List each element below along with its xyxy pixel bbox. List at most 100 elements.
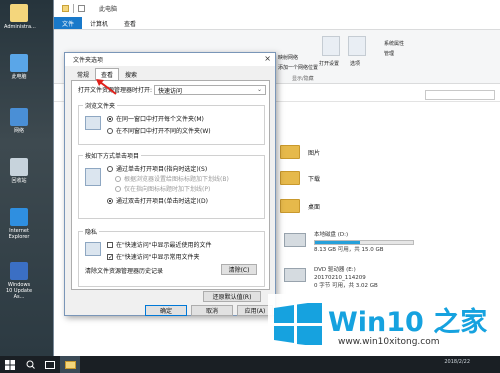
drive-icon[interactable] (284, 268, 306, 282)
app-icon (10, 54, 28, 72)
radio-button[interactable] (107, 197, 113, 204)
checkbox[interactable] (107, 241, 113, 248)
drive-name: DVD 驱动器 (E:) (314, 267, 356, 273)
folder-icon (280, 145, 300, 159)
ribbon-open-settings[interactable]: 打开设置 (319, 60, 339, 67)
click-group: 按如下方式单击项目 通过单击打开项目(指向时选定)(S) 根据浏览器设置给图标标… (78, 151, 265, 219)
drive-item[interactable]: 本地磁盘 (D:) 8.13 GB 可用，共 15.0 GB (314, 231, 414, 254)
windows-icon (5, 359, 15, 370)
radio-label: 根据浏览器设置给图标标题加下划线(B) (124, 176, 229, 183)
radio-underline-point[interactable]: 仅在指向图标标题时加下划线(P) (115, 184, 210, 193)
arrow-annotation (96, 79, 117, 95)
ribbon-manage[interactable]: 管理 (384, 50, 394, 57)
ribbon-map-drive[interactable]: 映射网络 (278, 54, 298, 61)
radio-same-window[interactable]: 在同一窗口中打开每个文件夹(M) (107, 114, 204, 123)
search-input[interactable] (425, 90, 495, 100)
browse-group-label: 浏览文件夹 (83, 101, 118, 110)
app-icon (10, 4, 28, 22)
properties-icon[interactable] (78, 5, 85, 12)
options-icon[interactable] (348, 36, 366, 56)
start-button[interactable] (0, 356, 20, 373)
desktop-icon[interactable]: Windows 10 Update As... (4, 262, 34, 300)
ribbon-options[interactable]: 选项 (350, 60, 360, 67)
folder-icon (280, 199, 300, 213)
check-recent-files[interactable]: 在"快速访问"中显示最近使用的文件 (107, 240, 212, 249)
ok-button[interactable]: 确定 (145, 305, 187, 316)
watermark: Win10 之家 www.win10xitong.com (268, 294, 500, 356)
drive-detail: 8.13 GB 可用，共 15.0 GB (314, 247, 384, 253)
ribbon-tabs: 文件 计算机 查看 (54, 17, 500, 30)
radio-button[interactable] (107, 127, 113, 134)
folder-label: 下载 (308, 175, 321, 183)
tab-search[interactable]: 搜索 (119, 69, 143, 80)
radio-button[interactable] (115, 185, 121, 192)
checkbox-label: 在"快速访问"中显示最近使用的文件 (116, 242, 212, 249)
ribbon-group-label: 显示/隐藏 (292, 76, 314, 82)
explorer-taskbar-icon[interactable] (60, 356, 80, 373)
drive-usage-fill (315, 241, 361, 244)
desktop-icon-label: Windows 10 Update As... (5, 282, 33, 300)
folder-item[interactable]: 桌面 (280, 199, 320, 213)
radio-label: 通过单击打开项目(指向时选定)(S) (116, 166, 208, 173)
desktop-icon[interactable]: Administra... (4, 4, 36, 30)
privacy-group-label: 隐私 (83, 227, 100, 236)
restore-defaults-button[interactable]: 还原默认值(R) (203, 291, 261, 302)
radio-double-click[interactable]: 通过双击打开项目(单击时选定)(D) (107, 196, 208, 205)
folder-item[interactable]: 图片 (280, 145, 320, 159)
radio-button[interactable] (107, 165, 113, 172)
settings-icon[interactable] (322, 36, 340, 56)
desktop-icon-label: Internet Explorer (8, 228, 30, 240)
dialog-title: 文件夹选项 (73, 57, 104, 64)
desktop-icon-label: 网络 (13, 128, 24, 134)
drive-item[interactable]: DVD 驱动器 (E:) 20170210_114209 0 字节 可用，共 3.0… (314, 266, 378, 290)
open-explorer-value: 快速访问 (158, 87, 183, 95)
divider (73, 4, 74, 13)
clock[interactable]: 2018/2/22 (444, 359, 470, 365)
taskbar: 2018/2/22 (0, 356, 500, 373)
checkbox-label: 在"快速访问"中显示常用文件夹 (116, 254, 200, 261)
folder-item[interactable]: 下载 (280, 171, 320, 185)
desktop-icon[interactable]: 此电脑 (4, 54, 34, 80)
close-icon[interactable]: × (264, 54, 271, 63)
clear-button[interactable]: 清除(C) (221, 264, 257, 275)
checkbox[interactable]: ✓ (107, 253, 113, 260)
radio-button[interactable] (107, 115, 113, 122)
desktop-icon[interactable]: Internet Explorer (4, 208, 34, 240)
privacy-icon (85, 242, 101, 256)
ribbon-add-location[interactable]: 添加一个网络位置 (278, 64, 318, 71)
watermark-title: Win10 之家 (328, 307, 488, 338)
desktop-icon-label: 此电脑 (11, 74, 27, 80)
clear-history-label: 清除文件资源管理器历史记录 (85, 268, 164, 275)
app-icon (10, 208, 28, 226)
browse-folder-icon (85, 116, 101, 130)
drive-detail-2: 0 字节 可用，共 3.02 GB (314, 283, 378, 289)
radio-label: 仅在指向图标标题时加下划线(P) (124, 186, 211, 193)
open-explorer-select[interactable]: 快速访问 ⌄ (154, 85, 266, 95)
ribbon-system-props[interactable]: 系统属性 (384, 40, 404, 47)
tab-view[interactable]: 查看 (116, 17, 144, 29)
click-group-label: 按如下方式单击项目 (83, 151, 142, 160)
radio-single-click[interactable]: 通过单击打开项目(指向时选定)(S) (107, 164, 207, 173)
radio-button[interactable] (115, 175, 121, 182)
folder-label: 图片 (308, 149, 321, 157)
desktop-icon[interactable]: 回收站 (4, 158, 34, 184)
desktop-icon[interactable]: 网络 (4, 108, 34, 134)
desktop-icon-label: Administra... (4, 24, 36, 30)
task-view-icon[interactable] (40, 356, 60, 373)
search-icon[interactable] (20, 356, 40, 373)
drive-detail: 20170210_114209 (314, 275, 366, 281)
radio-label: 通过双击打开项目(单击时选定)(D) (116, 198, 208, 205)
radio-underline-browser[interactable]: 根据浏览器设置给图标标题加下划线(B) (115, 174, 229, 183)
radio-new-window[interactable]: 在不同窗口中打开不同的文件夹(W) (107, 126, 211, 135)
check-frequent-folders[interactable]: ✓ 在"快速访问"中显示常用文件夹 (107, 252, 200, 261)
tab-file[interactable]: 文件 (54, 17, 83, 29)
window-title: 此电脑 (99, 6, 118, 13)
privacy-group: 隐私 在"快速访问"中显示最近使用的文件 ✓ 在"快速访问"中显示常用文件夹 清… (78, 227, 265, 287)
tab-computer[interactable]: 计算机 (82, 17, 116, 29)
drive-icon[interactable] (284, 233, 306, 247)
cancel-button[interactable]: 取消 (191, 305, 233, 316)
folder-icon[interactable] (62, 5, 69, 12)
app-icon (10, 158, 28, 176)
radio-label: 在不同窗口中打开不同的文件夹(W) (116, 128, 211, 135)
app-icon (10, 108, 28, 126)
